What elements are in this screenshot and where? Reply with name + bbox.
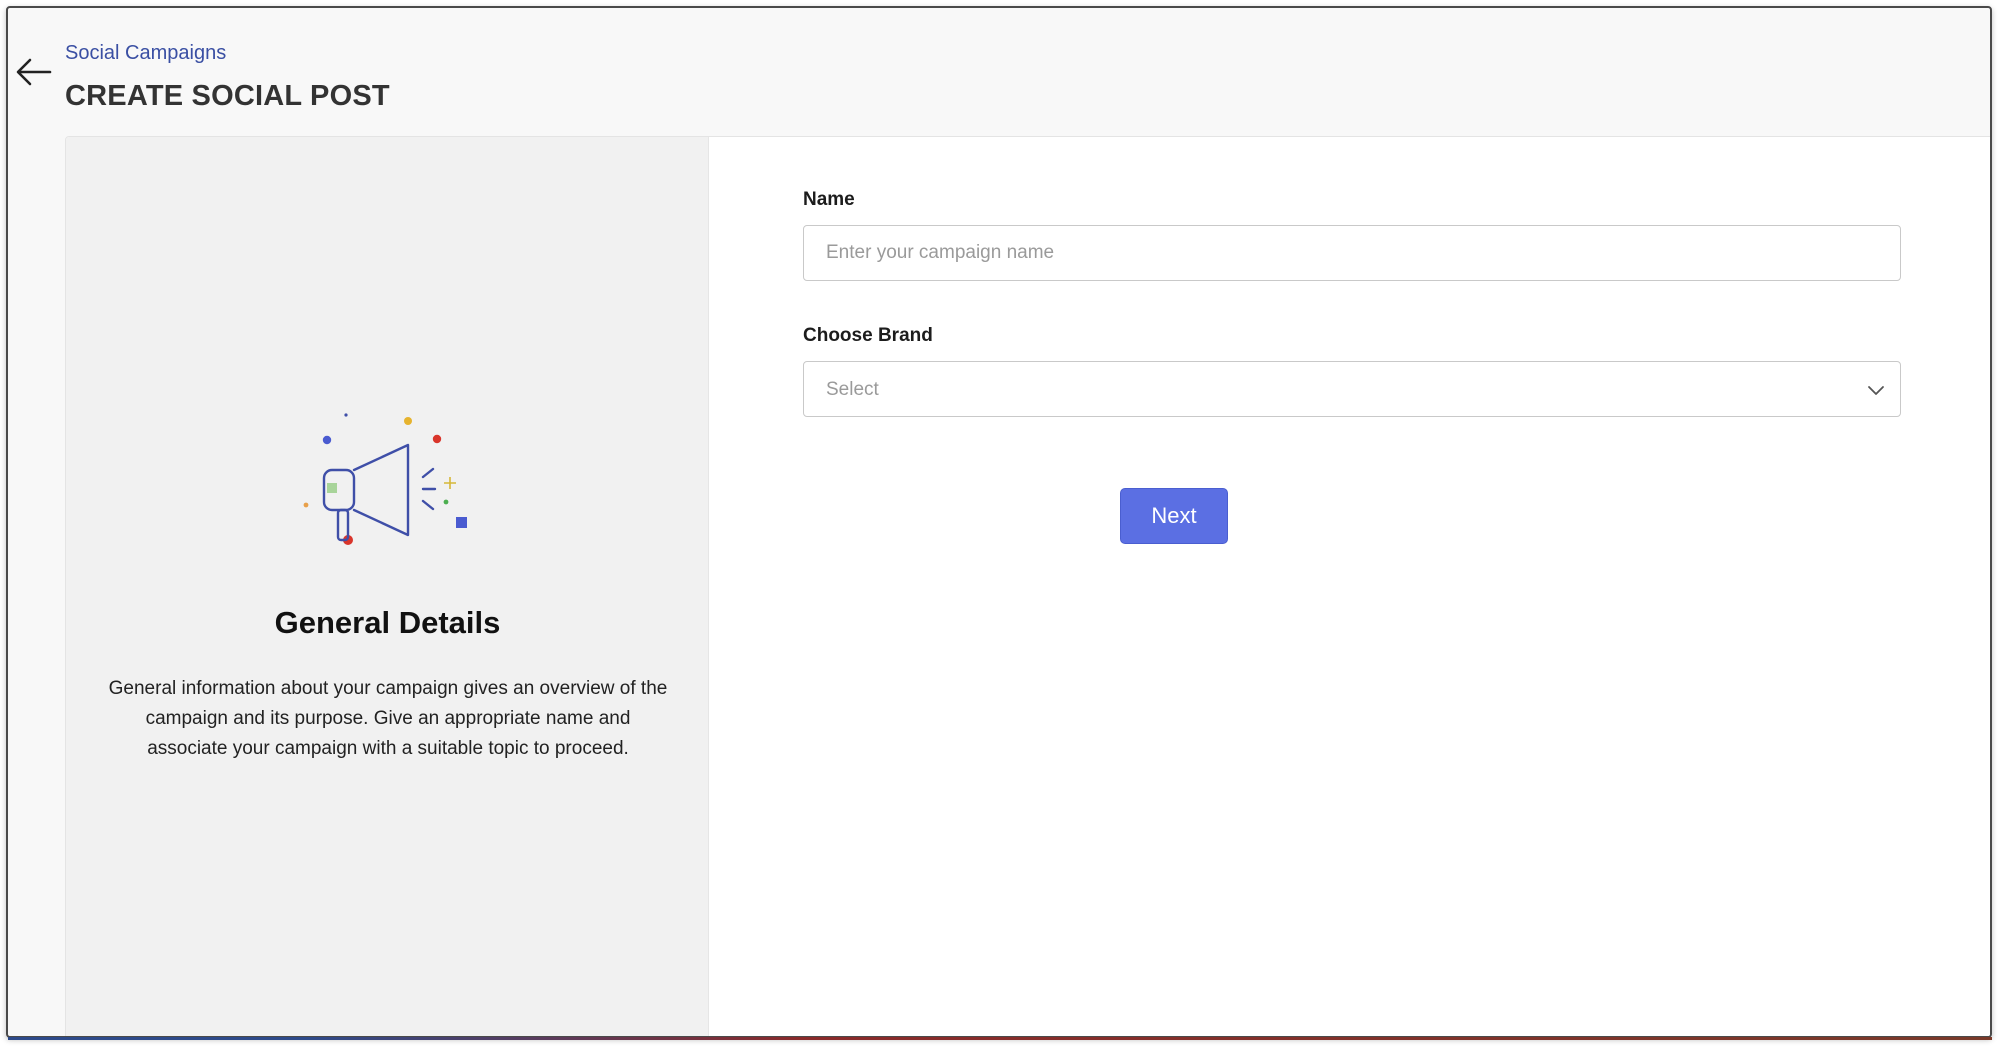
window-bottom-edge: [8, 1037, 1992, 1040]
panel-description: General information about your campaign …: [108, 678, 668, 759]
back-button[interactable]: [14, 52, 54, 92]
next-button[interactable]: Next: [1120, 488, 1228, 544]
app-window: Social Campaigns CREATE SOCIAL POST Gene…: [6, 6, 1992, 1038]
chevron-down-icon: [1868, 386, 1884, 395]
name-label: Name: [803, 189, 855, 210]
brand-select-value: Select: [826, 379, 879, 400]
info-panel: General Details General information abou…: [66, 137, 709, 1036]
campaign-name-input[interactable]: [803, 225, 1901, 281]
arrow-left-icon: [16, 58, 52, 86]
brand-label: Choose Brand: [803, 325, 933, 346]
breadcrumb[interactable]: Social Campaigns: [65, 42, 226, 65]
panel-title: General Details: [274, 605, 501, 640]
form-card: General Details General information abou…: [65, 136, 1990, 1036]
page-title: CREATE SOCIAL POST: [65, 80, 390, 112]
brand-select[interactable]: Select: [803, 361, 1901, 417]
megaphone-icon: [303, 413, 467, 545]
